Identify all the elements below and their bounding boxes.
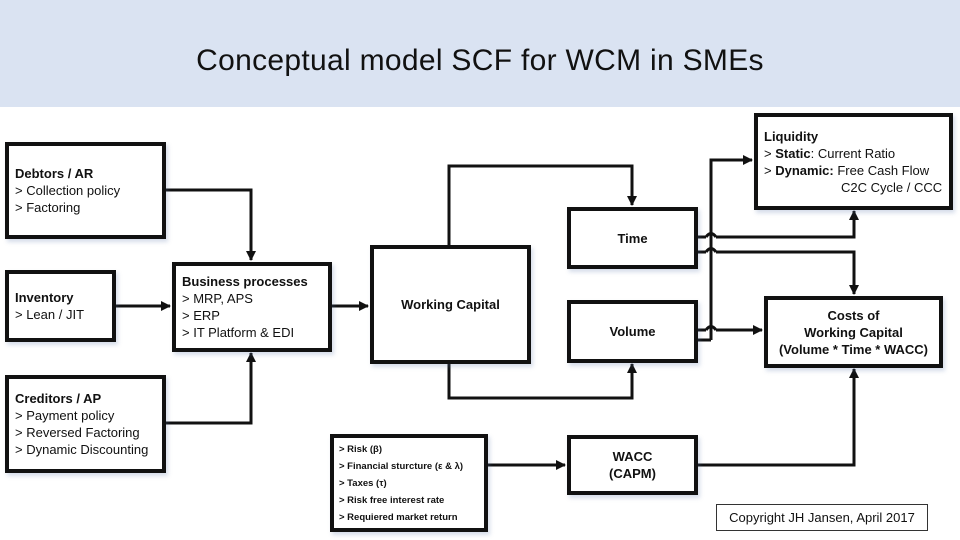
volume-box: Volume [567, 300, 698, 363]
prefix: > [764, 145, 776, 161]
business-heading: Business processes [182, 274, 308, 289]
working-capital-box: Working Capital [370, 245, 531, 364]
debtors-item: > Factoring [15, 200, 81, 215]
business-item: > MRP, APS [182, 291, 253, 306]
arrow-time-to-costs [697, 250, 854, 294]
debtors-item: > Collection policy [15, 183, 121, 198]
inventory-box: Inventory > Lean / JIT [5, 270, 116, 342]
liquidity-heading: Liquidity [764, 128, 819, 144]
wacc-line: WACC [612, 449, 653, 464]
business-item: > IT Platform & EDI [182, 325, 295, 340]
arrow-debtors-to-business [166, 188, 256, 261]
wacc-line: (CAPM) [609, 466, 656, 481]
inventory-heading: Inventory [15, 290, 74, 305]
risk-factor-item: > Risk free interest rate [339, 494, 445, 506]
risk-factor-item: > Risk (β) [339, 443, 383, 455]
time-label: Time [617, 230, 648, 246]
dynamic-value: Free Cash Flow [833, 162, 930, 178]
creditors-item: > Reversed Factoring [15, 425, 140, 440]
debtors-box: Debtors / AR > Collection policy > Facto… [5, 142, 166, 239]
liquidity-static-line: > Static: Current Ratio [764, 145, 943, 162]
creditors-heading: Creditors / AP [15, 391, 102, 406]
business-item: > ERP [182, 308, 220, 323]
risk-factor-item: > Taxes (τ) [339, 477, 387, 489]
prefix: > [764, 162, 776, 178]
debtors-heading: Debtors / AR [15, 166, 94, 181]
arrow-creditors-to-business [166, 352, 256, 425]
static-label: Static [775, 145, 811, 161]
liquidity-box: Liquidity > Static: Current Ratio > Dyna… [754, 113, 953, 210]
business-processes-box: Business processes > MRP, APS > ERP > IT… [172, 262, 332, 352]
costs-line: (Volume * Time * WACC) [778, 341, 929, 357]
arrow-time-to-liquidity [697, 211, 854, 239]
arrow-wacc-to-costs [697, 368, 859, 467]
inventory-item: > Lean / JIT [15, 307, 85, 322]
creditors-item: > Dynamic Discounting [15, 442, 149, 457]
volume-label: Volume [609, 324, 656, 339]
costs-box: Costs of Working Capital (Volume * Time … [764, 296, 943, 368]
liquidity-dynamic-line-2: C2C Cycle / CCC [841, 179, 943, 195]
risk-factor-item: > Financial sturcture (ε & λ) [339, 460, 464, 472]
liquidity-dynamic-line: > Dynamic: Free Cash Flow [764, 162, 943, 179]
costs-line: Costs of [827, 307, 880, 323]
arrow-wc-to-volume [447, 363, 637, 400]
costs-line: Working Capital [804, 324, 903, 340]
creditors-box: Creditors / AP > Payment policy > Revers… [5, 375, 166, 473]
static-value: : Current Ratio [810, 145, 896, 161]
wacc-box: WACC (CAPM) [567, 435, 698, 495]
time-box: Time [567, 207, 698, 269]
arrow-to-liquidity-static [709, 155, 753, 340]
dynamic-label: Dynamic: [775, 162, 834, 178]
risk-factor-item: > Requiered market return [339, 511, 458, 523]
working-capital-label: Working Capital [401, 297, 500, 312]
risk-factors-box: > Risk (β) > Financial sturcture (ε & λ)… [330, 434, 488, 532]
creditors-item: > Payment policy [15, 408, 115, 423]
copyright-notice: Copyright JH Jansen, April 2017 [716, 504, 928, 531]
